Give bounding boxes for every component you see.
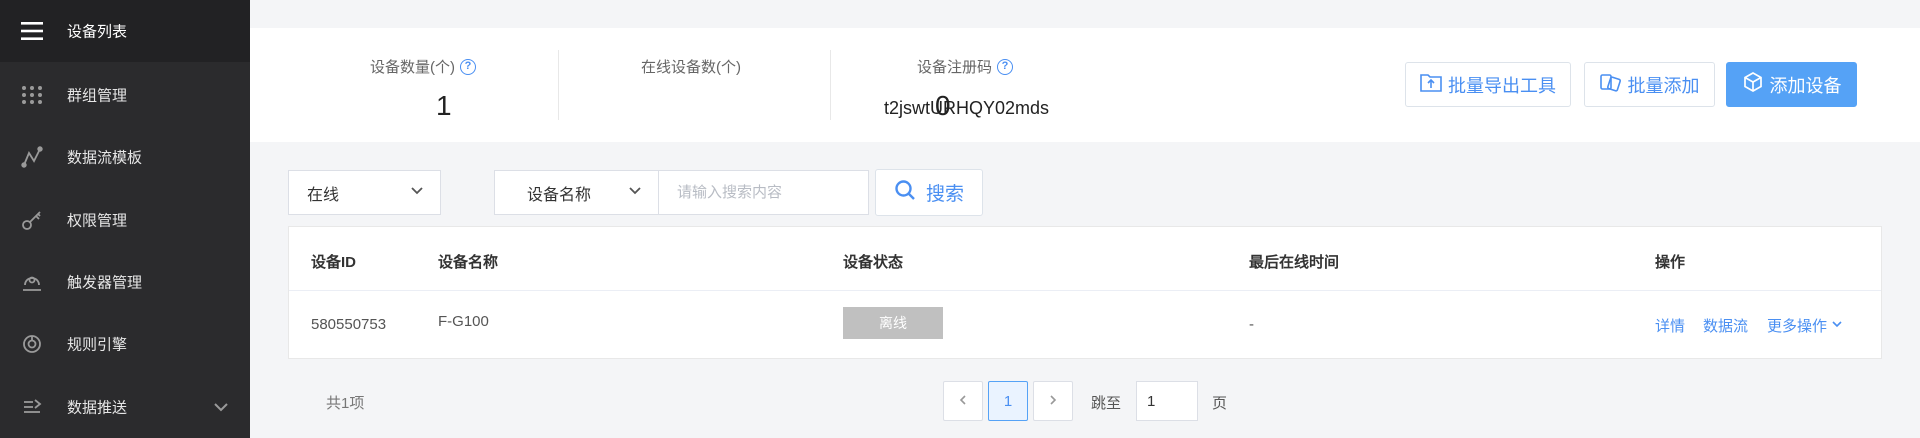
header-device-status: 设备状态 (843, 254, 904, 271)
batch-add-button[interactable]: 批量添加 (1584, 62, 1715, 107)
sidebar-item-label: 数据流模板 (67, 149, 143, 167)
online-count-stat: 在线设备数(个) 0 (641, 28, 951, 142)
goto-label: 跳至 (1091, 395, 1122, 412)
search-field-select[interactable]: 设备名称 (494, 170, 659, 215)
header-last-online: 最后在线时间 (1249, 254, 1340, 271)
rule-engine-icon (20, 332, 44, 356)
next-page-button[interactable] (1033, 381, 1073, 421)
divider (830, 50, 831, 120)
chevron-down-icon (628, 183, 642, 202)
page-button-current[interactable]: 1 (988, 381, 1028, 421)
cell-device-name: F-G100 (438, 313, 489, 330)
sidebar-item-trigger-management[interactable]: 触发器管理 (0, 251, 250, 313)
sidebar-item-group-management[interactable]: 群组管理 (0, 64, 250, 126)
add-device-button[interactable]: 添加设备 (1726, 62, 1857, 107)
upload-folder-icon (1420, 72, 1442, 97)
help-icon[interactable]: ? (460, 58, 476, 75)
status-badge: 离线 (843, 307, 943, 339)
more-actions-dropdown[interactable]: 更多操作 (1767, 315, 1843, 336)
device-count-stat: 设备数量(个) ? 1 (370, 28, 550, 142)
detail-link[interactable]: 详情 (1655, 315, 1685, 336)
data-stream-link[interactable]: 数据流 (1703, 315, 1748, 336)
divider (558, 50, 559, 120)
grid-dots-icon (20, 83, 44, 107)
sidebar-item-label: 规则引擎 (67, 336, 128, 354)
register-code-value: t2jswtURHQY02mds (884, 98, 1050, 118)
search-icon (894, 179, 916, 207)
search-input[interactable] (658, 170, 869, 215)
cell-device-id: 580550753 (311, 316, 387, 333)
batch-export-tool-button[interactable]: 批量导出工具 (1405, 62, 1571, 107)
trigger-icon (20, 270, 44, 294)
sidebar-item-label: 设备列表 (67, 23, 128, 41)
sidebar-item-label: 群组管理 (67, 87, 128, 105)
chevron-down-icon (1831, 317, 1843, 334)
pagination-total: 共1项 (326, 395, 365, 412)
box-icon (1742, 71, 1764, 98)
sidebar-item-device-list[interactable]: 设备列表 (0, 0, 250, 62)
header-device-name: 设备名称 (438, 254, 499, 271)
sidebar-item-rule-engine[interactable]: 规则引擎 (0, 313, 250, 375)
sidebar-item-data-push[interactable]: 数据推送 (0, 376, 250, 438)
prev-page-button[interactable] (943, 381, 983, 421)
sidebar-item-label: 触发器管理 (67, 274, 143, 292)
sidebar-item-data-stream-template[interactable]: 数据流模板 (0, 126, 250, 188)
device-count-value: 1 (436, 90, 452, 121)
chevron-right-icon (1047, 393, 1059, 410)
header-device-id: 设备ID (311, 254, 357, 271)
sidebar-item-label: 权限管理 (67, 212, 128, 230)
help-icon[interactable]: ? (997, 58, 1014, 75)
cell-last-online: - (1249, 316, 1254, 333)
menu-icon (20, 19, 44, 43)
online-count-label: 在线设备数(个) (641, 59, 741, 76)
status-filter-value: 在线 (307, 186, 340, 204)
chevron-left-icon (957, 393, 969, 410)
header-operations: 操作 (1655, 254, 1686, 271)
page-unit-label: 页 (1212, 395, 1228, 412)
key-icon (20, 208, 44, 232)
sidebar-item-label: 数据推送 (67, 399, 128, 417)
search-button[interactable]: 搜索 (875, 169, 983, 216)
sidebar-item-permission-management[interactable]: 权限管理 (0, 189, 250, 251)
data-push-icon (20, 395, 44, 419)
sidebar: 设备列表 群组管理 数据流模板 权限管理 触发器管理 规则引擎 数据推送 (0, 0, 250, 438)
divider (289, 290, 1881, 291)
chevron-down-icon[interactable] (212, 398, 230, 416)
device-count-label: 设备数量(个) ? (370, 56, 476, 77)
search-field-value: 设备名称 (527, 186, 592, 204)
status-filter-select[interactable]: 在线 (288, 170, 441, 215)
device-table: 设备ID 设备名称 设备状态 最后在线时间 操作 580550753 F-G10… (288, 226, 1882, 359)
batch-add-icon (1599, 72, 1622, 97)
stats-card: 设备数量(个) ? 1 在线设备数(个) 0 设备注册码 ? t2jswtURH… (250, 28, 1920, 142)
data-flow-icon (20, 145, 44, 169)
register-code-label: 设备注册码 ? (917, 56, 1014, 77)
register-code-stat: 设备注册码 ? t2jswtURHQY02mds (884, 28, 1104, 142)
goto-page-input[interactable] (1136, 381, 1198, 421)
chevron-down-icon (410, 183, 424, 202)
